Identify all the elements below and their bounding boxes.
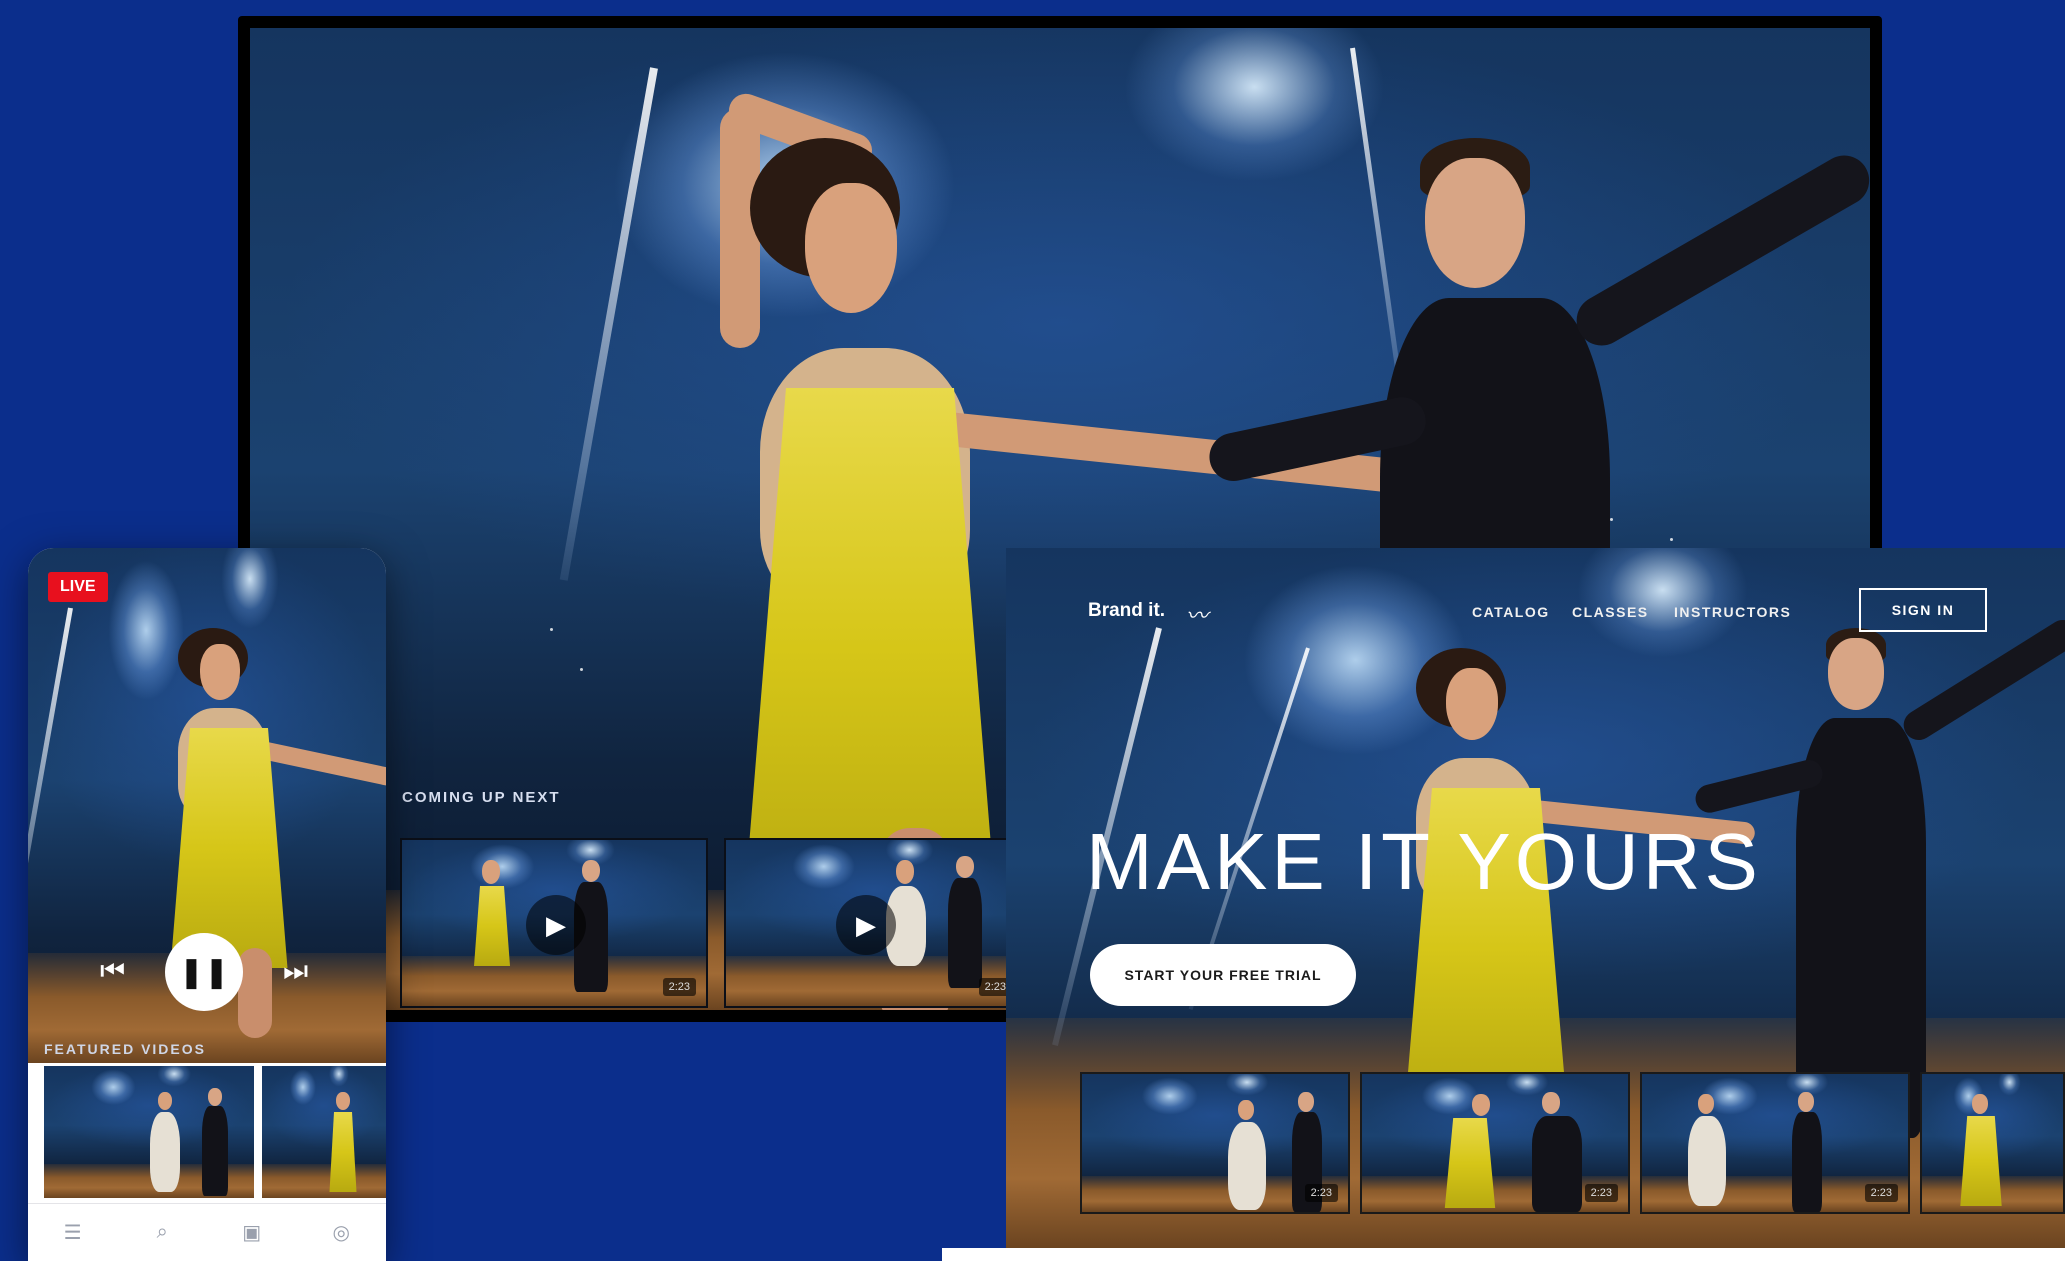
coming-up-next-label: COMING UP NEXT <box>402 789 561 806</box>
phone-app: LIVE ⏮ ❚❚ ⏭ FEATURED VIDEOS ☰ ⌕ ▣ ◎ <box>28 548 386 1261</box>
man-dancer <box>194 1088 234 1196</box>
featured-video-thumb[interactable] <box>262 1066 386 1198</box>
web-video-thumb[interactable]: 2:23 <box>1360 1072 1630 1214</box>
man-dancer <box>1782 1092 1832 1212</box>
hero-title: MAKE IT YOURS <box>1086 817 1762 906</box>
woman-dancer <box>1422 1094 1502 1212</box>
laptop-base <box>942 1248 2065 1261</box>
spark <box>550 628 553 631</box>
duration-label: 2:23 <box>1584 1184 1618 1202</box>
start-free-trial-button[interactable]: START YOUR FREE TRIAL <box>1090 944 1356 1006</box>
skip-forward-icon[interactable]: ⏭ <box>283 955 308 988</box>
woman-dancer <box>322 1092 362 1192</box>
woman-dancer <box>1222 1100 1272 1210</box>
play-icon[interactable]: ▶ <box>836 895 896 955</box>
tv-video-thumb[interactable]: ▶ 2:23 <box>724 838 1024 1008</box>
nav-catalog[interactable]: CATALOG <box>1472 604 1550 620</box>
skip-back-icon[interactable]: ⏮ <box>100 955 125 988</box>
duration-label: 2:23 <box>662 978 696 996</box>
phone-hero-video: LIVE ⏮ ❚❚ ⏭ <box>28 548 386 1063</box>
website-preview: Brand it. 〰 CATALOG CLASSES INSTRUCTORS … <box>1006 548 2065 1248</box>
play-icon[interactable]: ▶ <box>526 895 586 955</box>
web-video-thumb[interactable] <box>1920 1072 2065 1214</box>
man-dancer <box>926 856 1006 996</box>
duration-label: 2:23 <box>1304 1184 1338 1202</box>
brand-logo[interactable]: Brand it. <box>1088 600 1165 622</box>
brand-signature-icon: 〰 <box>1186 603 1209 628</box>
woman-dancer <box>1682 1094 1732 1212</box>
man-dancer <box>1692 614 2065 1148</box>
video-icon[interactable]: ▣ <box>232 1220 272 1245</box>
sign-in-button[interactable]: SIGN IN <box>1859 588 1987 632</box>
web-video-thumb[interactable]: 2:23 <box>1080 1072 1350 1214</box>
nav-classes[interactable]: CLASSES <box>1572 604 1649 620</box>
settings-icon[interactable]: ◎ <box>321 1220 361 1245</box>
phone-tab-bar: ☰ ⌕ ▣ ◎ <box>28 1203 386 1261</box>
featured-video-thumb[interactable] <box>44 1066 254 1198</box>
search-icon[interactable]: ⌕ <box>142 1221 182 1244</box>
duration-label: 2:23 <box>1864 1184 1898 1202</box>
light-beam <box>28 607 73 963</box>
woman-dancer <box>1952 1094 2012 1212</box>
featured-videos-label: FEATURED VIDEOS <box>44 1041 206 1057</box>
woman-dancer <box>144 1092 184 1192</box>
site-nav: Brand it. 〰 CATALOG CLASSES INSTRUCTORS … <box>1006 588 2065 638</box>
web-video-thumb[interactable]: 2:23 <box>1640 1072 1910 1214</box>
featured-videos-row <box>44 1066 386 1198</box>
menu-icon[interactable]: ☰ <box>53 1220 93 1245</box>
pause-button[interactable]: ❚❚ <box>165 933 243 1011</box>
live-badge: LIVE <box>48 572 108 602</box>
tv-video-thumb[interactable]: ▶ 2:23 <box>400 838 708 1008</box>
web-video-row: 2:23 2:23 2:23 <box>1080 1072 2065 1214</box>
pause-icon: ❚❚ <box>178 955 230 989</box>
playback-controls: ⏮ ❚❚ ⏭ <box>28 933 386 1013</box>
nav-instructors[interactable]: INSTRUCTORS <box>1674 604 1791 620</box>
woman-dancer <box>452 860 532 1000</box>
